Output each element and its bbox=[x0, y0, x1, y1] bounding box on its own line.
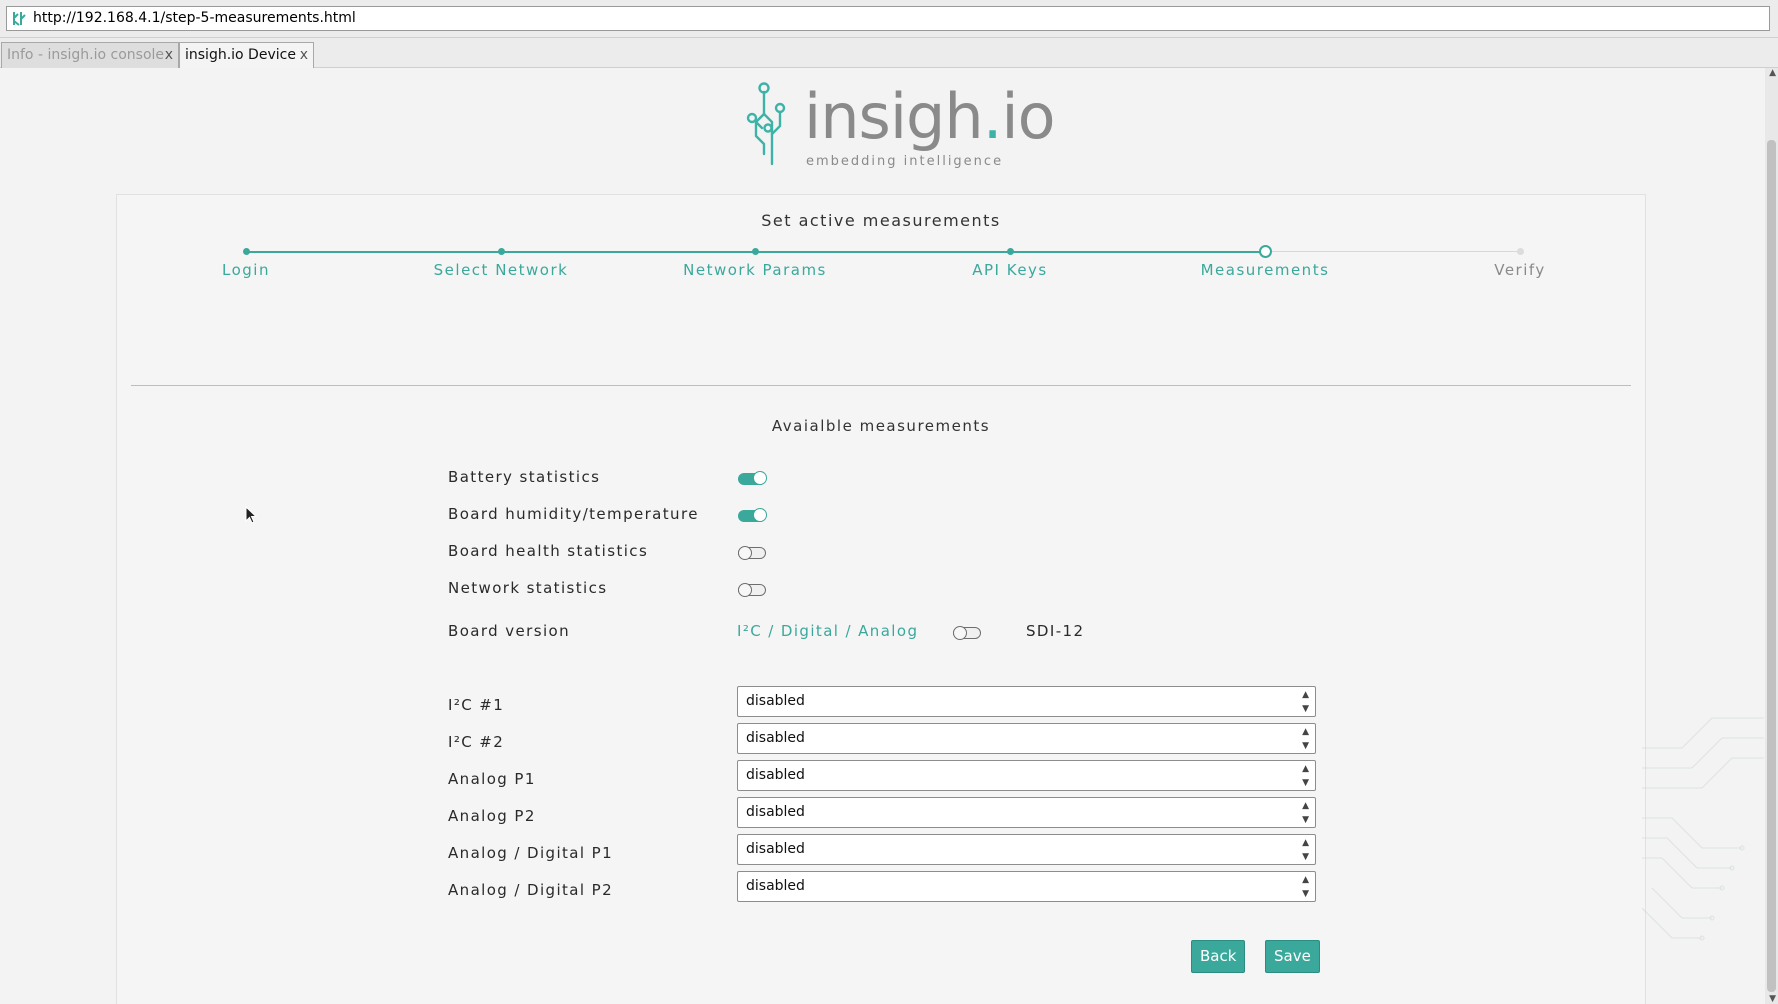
board-version-label: Board version bbox=[448, 622, 570, 640]
i2c-1-select[interactable]: disabled ▲ ▼ bbox=[737, 686, 1316, 717]
tab-label: insigh.io Device bbox=[185, 47, 296, 63]
network-statistics-toggle[interactable] bbox=[738, 583, 766, 597]
i2c-2-label: I²C #2 bbox=[448, 733, 505, 751]
step-select-network[interactable]: Select Network bbox=[401, 261, 601, 279]
section-divider bbox=[131, 385, 1631, 386]
page-viewport: insigh.io embedding intelligence Set act… bbox=[0, 68, 1778, 1004]
progress-stepper: Login Select Network Network Params API … bbox=[117, 195, 1645, 295]
site-favicon-icon bbox=[13, 12, 26, 26]
network-statistics-label: Network statistics bbox=[448, 579, 608, 597]
save-button[interactable]: Save bbox=[1265, 940, 1320, 973]
step-dot-network-params bbox=[752, 248, 759, 255]
select-arrows-icon: ▲ ▼ bbox=[1302, 800, 1309, 825]
mouse-cursor-icon bbox=[245, 506, 258, 524]
step-network-params[interactable]: Network Params bbox=[655, 261, 855, 279]
analog-digital-p2-label: Analog / Digital P2 bbox=[448, 881, 614, 899]
address-bar[interactable]: http://192.168.4.1/step-5-measurements.h… bbox=[6, 6, 1770, 31]
logo-tagline: embedding intelligence bbox=[806, 154, 1004, 169]
select-value: disabled bbox=[746, 841, 805, 857]
tab-device[interactable]: insigh.io Device x bbox=[179, 42, 314, 68]
analog-p1-select[interactable]: disabled ▲ ▼ bbox=[737, 760, 1316, 791]
select-value: disabled bbox=[746, 767, 805, 783]
select-value: disabled bbox=[746, 693, 805, 709]
logo-wordmark: insigh.io bbox=[804, 80, 1056, 153]
step-dot-select-network bbox=[498, 248, 505, 255]
scroll-up-icon[interactable]: ▲ bbox=[1769, 68, 1776, 78]
board-version-toggle[interactable] bbox=[953, 626, 981, 640]
analog-p1-label: Analog P1 bbox=[448, 770, 536, 788]
select-arrows-icon: ▲ ▼ bbox=[1302, 874, 1309, 899]
step-api-keys[interactable]: API Keys bbox=[910, 261, 1110, 279]
board-health-statistics-label: Board health statistics bbox=[448, 542, 649, 560]
board-humidity-temperature-toggle[interactable] bbox=[738, 508, 767, 522]
section-title: Avaialble measurements bbox=[771, 417, 991, 435]
step-dot-login bbox=[243, 248, 250, 255]
i2c-2-select[interactable]: disabled ▲ ▼ bbox=[737, 723, 1316, 754]
select-value: disabled bbox=[746, 730, 805, 746]
board-health-statistics-toggle[interactable] bbox=[738, 546, 766, 560]
board-humidity-temperature-label: Board humidity/temperature bbox=[448, 505, 699, 523]
select-value: disabled bbox=[746, 878, 805, 894]
i2c-1-label: I²C #1 bbox=[448, 696, 505, 714]
stepper-line-todo bbox=[1267, 251, 1521, 252]
step-verify[interactable]: Verify bbox=[1420, 261, 1620, 279]
insighio-logo: insigh.io embedding intelligence bbox=[742, 74, 1056, 170]
back-button[interactable]: Back bbox=[1191, 940, 1246, 973]
board-version-option-i2c[interactable]: I²C / Digital / Analog bbox=[737, 622, 918, 640]
battery-statistics-toggle[interactable] bbox=[738, 471, 767, 485]
analog-digital-p2-select[interactable]: disabled ▲ ▼ bbox=[737, 871, 1316, 902]
scrollbar-thumb[interactable] bbox=[1767, 140, 1776, 992]
step-measurements[interactable]: Measurements bbox=[1165, 261, 1365, 279]
browser-toolbar: http://192.168.4.1/step-5-measurements.h… bbox=[0, 0, 1778, 38]
analog-p2-label: Analog P2 bbox=[448, 807, 536, 825]
step-dot-api-keys bbox=[1007, 248, 1014, 255]
step-dot-verify bbox=[1517, 248, 1524, 255]
tab-close-icon[interactable]: x bbox=[300, 43, 308, 67]
select-arrows-icon: ▲ ▼ bbox=[1302, 837, 1309, 862]
tab-close-icon[interactable]: x bbox=[165, 43, 173, 67]
setup-card: Set active measurements Login Select Net… bbox=[116, 194, 1646, 1004]
battery-statistics-label: Battery statistics bbox=[448, 468, 601, 486]
analog-digital-p1-select[interactable]: disabled ▲ ▼ bbox=[737, 834, 1316, 865]
step-dot-measurements bbox=[1259, 245, 1272, 258]
select-arrows-icon: ▲ ▼ bbox=[1302, 689, 1309, 714]
analog-p2-select[interactable]: disabled ▲ ▼ bbox=[737, 797, 1316, 828]
circuit-logo-icon bbox=[746, 82, 786, 166]
tab-bar: Info - insigh.io console x insigh.io Dev… bbox=[0, 38, 1778, 68]
select-value: disabled bbox=[746, 804, 805, 820]
board-version-option-sdi12[interactable]: SDI-12 bbox=[1026, 622, 1084, 640]
select-arrows-icon: ▲ ▼ bbox=[1302, 763, 1309, 788]
url-text: http://192.168.4.1/step-5-measurements.h… bbox=[33, 10, 356, 26]
tab-info-console[interactable]: Info - insigh.io console x bbox=[1, 42, 179, 68]
step-login[interactable]: Login bbox=[146, 261, 346, 279]
tab-label: Info - insigh.io console bbox=[7, 47, 165, 63]
scroll-down-icon[interactable]: ▼ bbox=[1769, 994, 1776, 1004]
analog-digital-p1-label: Analog / Digital P1 bbox=[448, 844, 614, 862]
circuit-decoration-icon bbox=[1642, 717, 1764, 941]
select-arrows-icon: ▲ ▼ bbox=[1302, 726, 1309, 751]
scrollbar[interactable]: ▲ ▼ bbox=[1765, 68, 1778, 1004]
